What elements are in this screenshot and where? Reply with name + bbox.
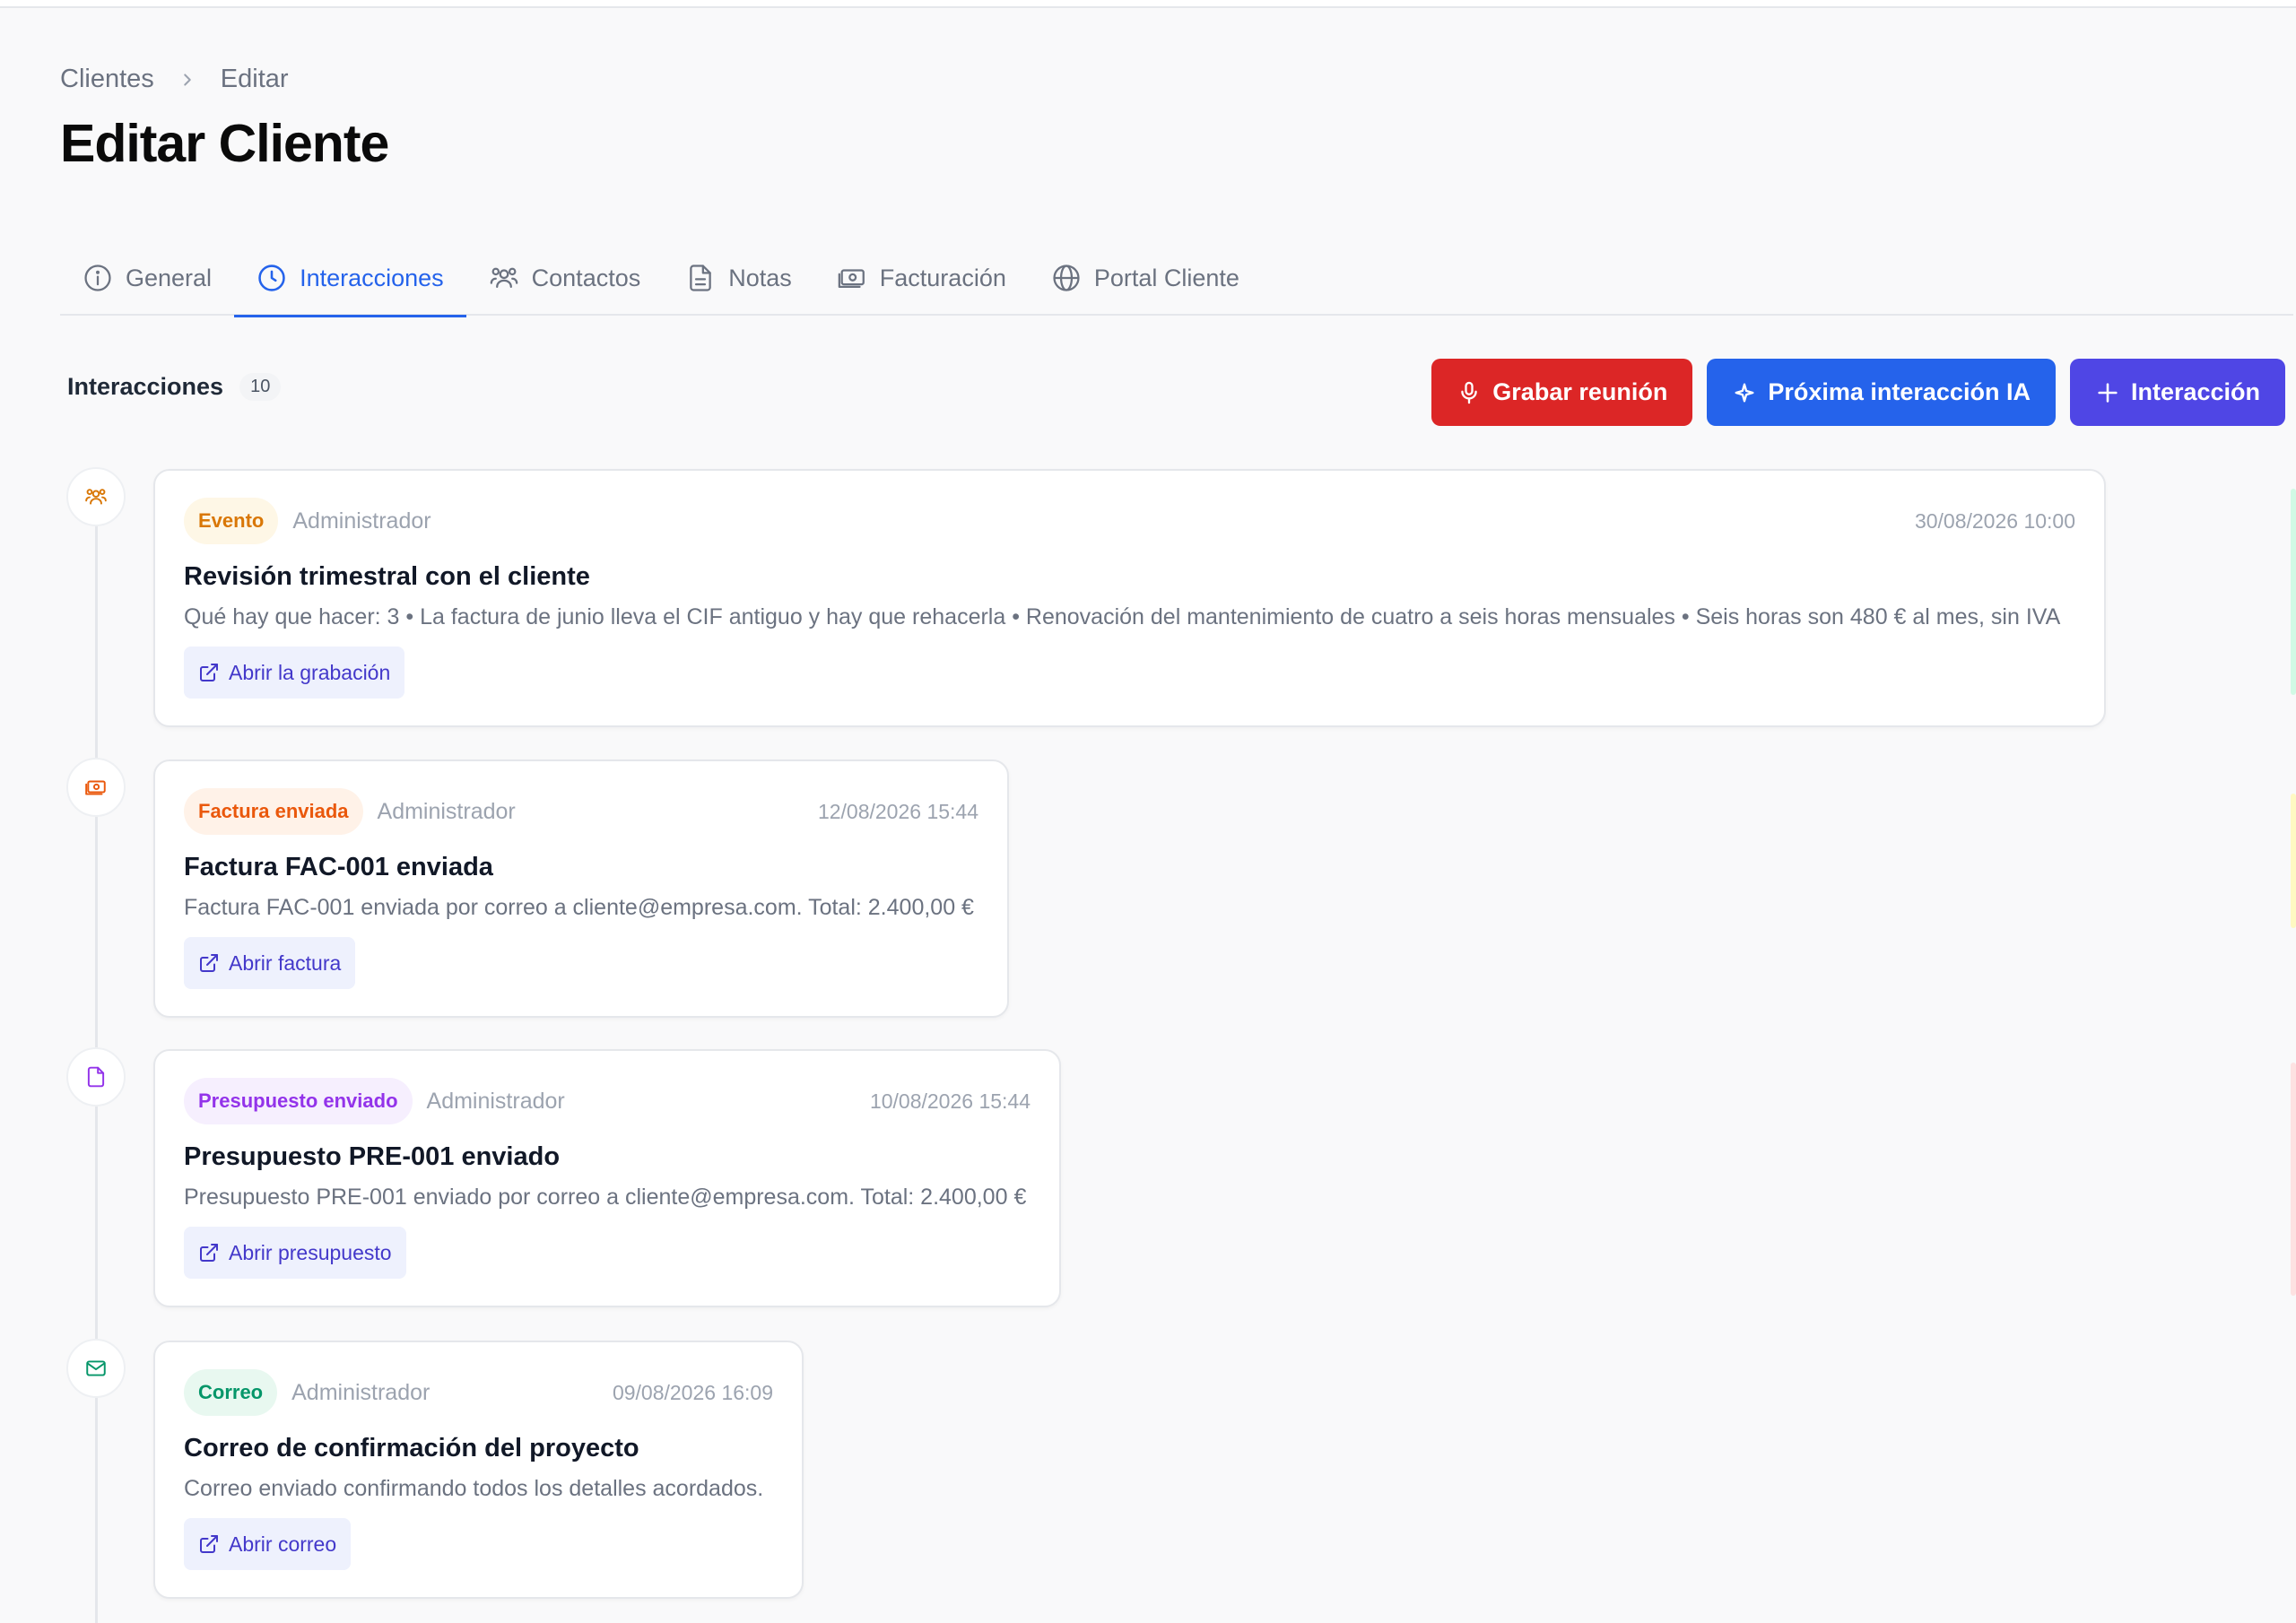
- open-recording-link[interactable]: Abrir la grabación: [184, 647, 405, 699]
- banknote-icon: [84, 776, 108, 799]
- mail-icon: [84, 1357, 108, 1380]
- interaction-card: Factura enviada Administrador 12/08/2026…: [153, 759, 1009, 1018]
- tab-general[interactable]: General: [60, 240, 234, 316]
- clipped-card-edge: [2291, 1063, 2296, 1296]
- interaction-type-badge: Correo: [184, 1369, 278, 1416]
- external-link-icon: [198, 1242, 220, 1263]
- interaction-type-badge: Presupuesto enviado: [184, 1078, 413, 1124]
- top-bar: [0, 0, 2296, 8]
- sparkle-icon: [1732, 380, 1757, 405]
- users-icon: [84, 485, 108, 508]
- page-title: Editar Cliente: [60, 114, 389, 173]
- chevron-right-icon: [178, 70, 197, 90]
- interaction-date: 10/08/2026 15:44: [869, 1089, 1031, 1113]
- clock-icon: [257, 263, 287, 293]
- microphone-icon: [1457, 380, 1482, 405]
- timeline-dot-event: [66, 467, 126, 526]
- interaction-type-badge: Evento: [184, 498, 279, 544]
- interaction-author: Administrador: [292, 508, 431, 534]
- interaction-description: Factura FAC-001 enviada por correo a cli…: [184, 895, 974, 920]
- external-link-icon: [198, 1533, 220, 1555]
- tab-contactos[interactable]: Contactos: [466, 240, 664, 316]
- interaction-title: Correo de confirmación del proyecto: [184, 1434, 639, 1462]
- interaction-author: Administrador: [426, 1088, 565, 1114]
- interactions-count-badge: 10: [239, 373, 282, 401]
- tab-label: Notas: [728, 264, 792, 291]
- open-recording-label: Abrir la grabación: [229, 660, 391, 684]
- timeline-dot-email: [66, 1339, 126, 1398]
- interaction-card: Presupuesto enviado Administrador 10/08/…: [153, 1049, 1061, 1307]
- file-icon: [685, 263, 716, 293]
- external-link-icon: [198, 662, 220, 683]
- open-email-label: Abrir correo: [229, 1532, 337, 1556]
- interaction-author: Administrador: [377, 798, 516, 824]
- interaction-date: 12/08/2026 15:44: [817, 799, 978, 823]
- interaction-type-badge: Factura enviada: [184, 788, 363, 835]
- users-icon: [489, 263, 519, 293]
- record-meeting-button[interactable]: Grabar reunión: [1431, 359, 1693, 426]
- tab-label: Facturación: [879, 264, 1006, 291]
- interaction-date: 30/08/2026 10:00: [1914, 508, 2075, 533]
- plus-icon: [2095, 380, 2120, 405]
- tab-notas[interactable]: Notas: [663, 240, 814, 316]
- interactions-title: Interacciones: [67, 373, 224, 400]
- open-quote-link[interactable]: Abrir presupuesto: [184, 1227, 406, 1279]
- tab-label: Interacciones: [300, 264, 444, 291]
- tab-interacciones[interactable]: Interacciones: [234, 240, 466, 317]
- breadcrumb: Clientes Editar: [60, 65, 289, 94]
- tab-portal-cliente[interactable]: Portal Cliente: [1029, 240, 1262, 316]
- globe-icon: [1051, 263, 1082, 293]
- open-invoice-label: Abrir factura: [229, 950, 342, 975]
- file-icon: [84, 1065, 108, 1089]
- add-interaction-label: Interacción: [2130, 378, 2260, 405]
- timeline-dot-invoice: [66, 758, 126, 817]
- tab-label: General: [126, 264, 213, 291]
- interaction-description: Qué hay que hacer: 3 • La factura de jun…: [184, 604, 2061, 629]
- tab-facturacion[interactable]: Facturación: [814, 240, 1029, 316]
- breadcrumb-clientes-link[interactable]: Clientes: [60, 65, 154, 94]
- open-email-link[interactable]: Abrir correo: [184, 1518, 352, 1570]
- timeline-dot-quote: [66, 1047, 126, 1107]
- open-quote-label: Abrir presupuesto: [229, 1240, 392, 1264]
- record-meeting-label: Grabar reunión: [1492, 378, 1668, 405]
- tab-bar: General Interacciones Contactos Notas Fa…: [60, 240, 2293, 317]
- add-interaction-button[interactable]: Interacción: [2069, 359, 2285, 426]
- interaction-title: Revisión trimestral con el cliente: [184, 562, 590, 591]
- tab-label: Contactos: [531, 264, 641, 291]
- interaction-author: Administrador: [291, 1379, 430, 1405]
- interactions-heading: Interacciones 10: [67, 373, 282, 401]
- interaction-description: Presupuesto PRE-001 enviado por correo a…: [184, 1185, 1027, 1210]
- clipped-card-edge: [2291, 489, 2296, 695]
- interaction-card: Evento Administrador 30/08/2026 10:00 Re…: [153, 469, 2106, 727]
- banknote-icon: [837, 263, 867, 293]
- clipped-card-edge: [2291, 794, 2296, 928]
- interaction-card: Correo Administrador 09/08/2026 16:09 Co…: [153, 1341, 804, 1599]
- tab-label: Portal Cliente: [1093, 264, 1239, 291]
- interaction-title: Factura FAC-001 enviada: [184, 853, 493, 881]
- interaction-title: Presupuesto PRE-001 enviado: [184, 1142, 561, 1171]
- next-interaction-ai-button[interactable]: Próxima interacción IA: [1707, 359, 2056, 426]
- interaction-description: Correo enviado confirmando todos los det…: [184, 1476, 764, 1501]
- next-interaction-ai-label: Próxima interacción IA: [1768, 378, 2031, 405]
- open-invoice-link[interactable]: Abrir factura: [184, 937, 356, 989]
- interaction-date: 09/08/2026 16:09: [612, 1380, 773, 1404]
- breadcrumb-current: Editar: [220, 65, 289, 93]
- info-icon: [83, 263, 113, 293]
- action-buttons: Grabar reunión Próxima interacción IA In…: [1431, 359, 2285, 426]
- external-link-icon: [198, 952, 220, 974]
